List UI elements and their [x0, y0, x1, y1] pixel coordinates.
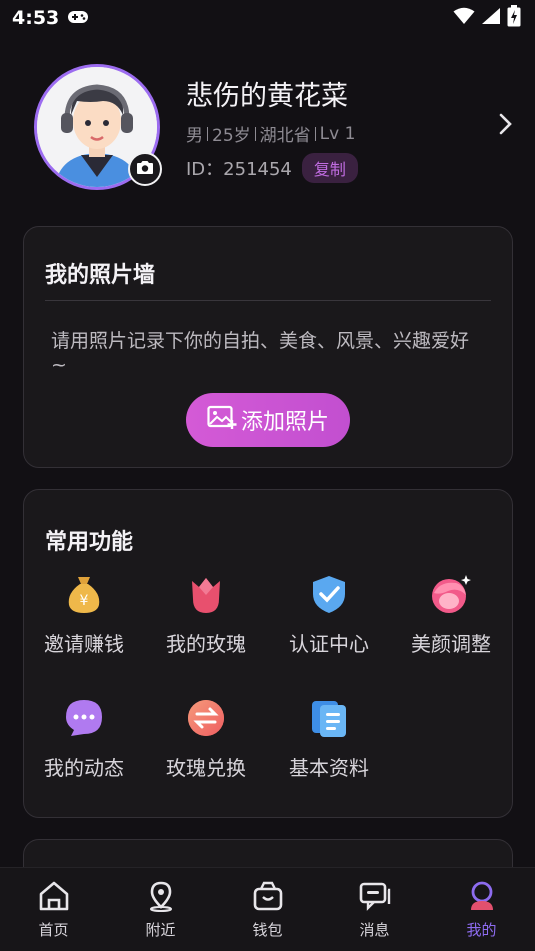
rose-exchange-item[interactable]: 玫瑰兑换 — [151, 696, 261, 796]
profile-meta: 男 25岁 湖北省 Lv 1 — [186, 121, 356, 147]
exchange-icon — [184, 696, 228, 740]
meta-divider — [314, 126, 316, 141]
id-row: ID：251454 复制 — [186, 153, 358, 183]
func-label: 我的动态 — [44, 756, 124, 780]
photo-wall-title: 我的照片墙 — [45, 263, 156, 288]
chevron-right-icon[interactable] — [496, 112, 514, 140]
beauty-icon — [429, 572, 473, 616]
battery-icon — [507, 5, 521, 31]
beauty-adjust-item[interactable]: 美颜调整 — [396, 572, 506, 672]
message-icon — [358, 880, 392, 916]
svg-text:¥: ¥ — [80, 593, 89, 609]
wifi-icon — [453, 7, 475, 29]
meta-divider — [207, 126, 208, 141]
photo-wall-hint: 请用照片记录下你的自拍、美食、风景、兴趣爱好~ — [51, 330, 470, 376]
tab-mine[interactable]: 我的 — [428, 868, 535, 951]
tab-label: 消息 — [359, 921, 390, 939]
tab-label: 我的 — [466, 921, 497, 939]
chat-bubble-icon — [62, 696, 106, 740]
camera-icon — [136, 160, 154, 179]
func-label: 认证中心 — [289, 632, 369, 656]
home-icon — [37, 880, 71, 916]
my-roses-item[interactable]: 我的玫瑰 — [151, 572, 261, 672]
signal-icon — [481, 7, 501, 29]
func-label: 基本资料 — [289, 756, 369, 780]
invite-earn-item[interactable]: ¥ 邀请赚钱 — [29, 572, 139, 672]
functions-title: 常用功能 — [45, 530, 134, 555]
tab-nearby[interactable]: 附近 — [107, 868, 214, 951]
copy-id-button[interactable]: 复制 — [301, 153, 358, 183]
status-time: 4:53 — [12, 7, 60, 29]
change-avatar-button[interactable] — [128, 152, 162, 186]
location-text: 湖北省 — [259, 126, 311, 146]
username: 悲伤的黄花菜 — [186, 81, 348, 112]
func-label: 玫瑰兑换 — [166, 756, 246, 780]
tab-label: 首页 — [38, 921, 69, 939]
avatar-container[interactable] — [34, 64, 162, 192]
tab-home[interactable]: 首页 — [0, 868, 107, 951]
shield-check-icon — [307, 572, 351, 616]
tab-label: 钱包 — [252, 921, 283, 939]
bottom-tab-bar: 首页 附近 钱包 消息 我的 — [0, 867, 535, 951]
gender-text: 男 — [186, 126, 203, 146]
add-photo-label: 添加照片 — [240, 410, 329, 435]
level-text: Lv 1 — [319, 123, 356, 144]
document-icon — [307, 696, 351, 740]
age-text: 25岁 — [212, 126, 251, 146]
status-bar: 4:53 — [0, 0, 535, 36]
tab-wallet[interactable]: 钱包 — [214, 868, 321, 951]
wallet-icon — [251, 880, 285, 916]
func-label: 我的玫瑰 — [166, 632, 246, 656]
money-bag-icon: ¥ — [62, 572, 106, 616]
verification-item[interactable]: 认证中心 — [274, 572, 384, 672]
tab-messages[interactable]: 消息 — [321, 868, 428, 951]
location-icon — [144, 880, 178, 916]
profile-icon — [465, 880, 499, 916]
basic-info-item[interactable]: 基本资料 — [274, 696, 384, 796]
meta-divider — [254, 126, 256, 141]
divider — [45, 300, 491, 301]
gamepad-icon — [67, 9, 89, 28]
my-moments-item[interactable]: 我的动态 — [29, 696, 139, 796]
func-label: 邀请赚钱 — [44, 632, 124, 656]
tab-label: 附近 — [145, 921, 176, 939]
user-id: ID：251454 — [186, 159, 292, 180]
add-photo-button[interactable]: 添加照片 — [186, 393, 350, 447]
func-label: 美颜调整 — [411, 632, 491, 656]
rose-icon — [184, 572, 228, 616]
functions-card: 常用功能 ¥ 邀请赚钱 我的玫瑰 认证中心 美颜调整 我的动态 玫瑰兑换 基本资… — [23, 489, 513, 818]
image-add-icon — [207, 404, 237, 436]
profile-header[interactable]: 悲伤的黄花菜 男 25岁 湖北省 Lv 1 ID：251454 复制 — [34, 64, 514, 194]
photo-wall-card: 我的照片墙 请用照片记录下你的自拍、美食、风景、兴趣爱好~ 添加照片 — [23, 226, 513, 468]
